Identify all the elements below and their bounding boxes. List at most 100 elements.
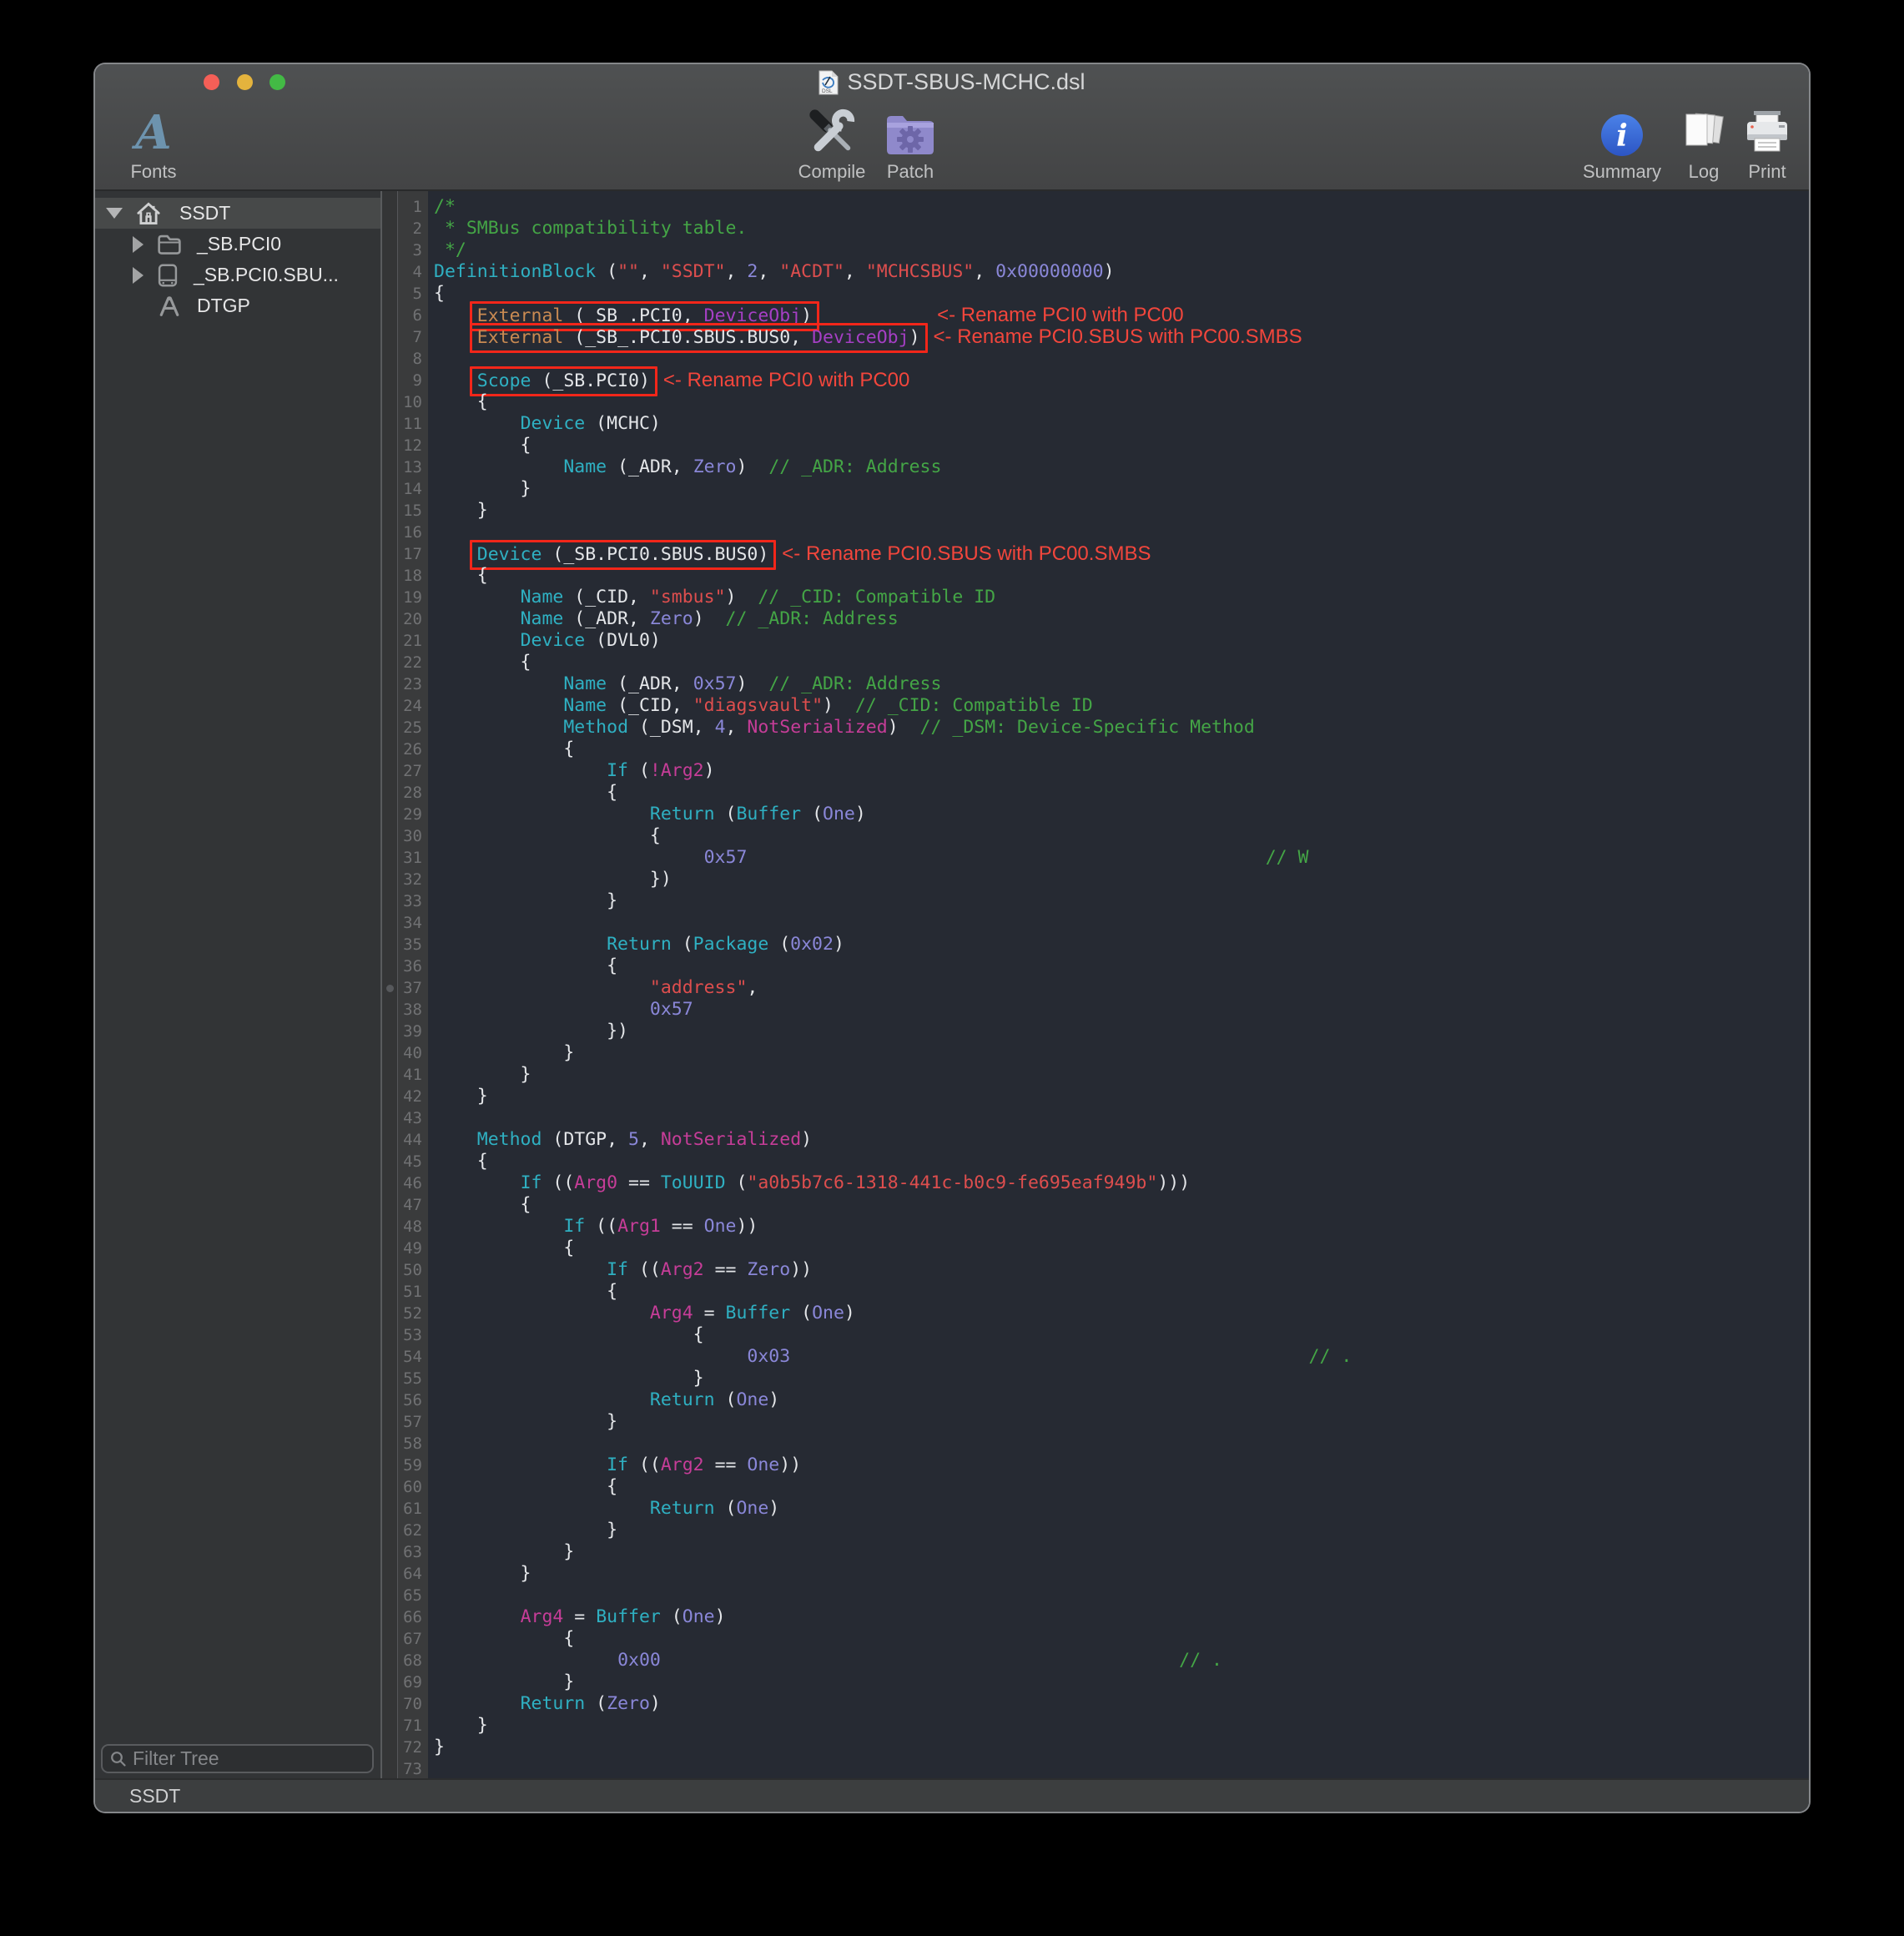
code-token: 2	[747, 261, 758, 282]
code-token: (	[585, 1693, 607, 1714]
patch-button[interactable]: Patch	[873, 103, 948, 183]
code-line: /*	[434, 196, 1809, 218]
code-token: (	[628, 760, 650, 781]
sidebar-item-dtgp[interactable]: DTGP	[95, 290, 380, 321]
code-token: {	[434, 955, 617, 976]
code-token: Zero	[607, 1693, 650, 1714]
code-token: {	[434, 565, 488, 586]
line-number: 48	[398, 1216, 428, 1238]
code-token: ))	[736, 1216, 758, 1237]
code-token: 0x00000000	[995, 261, 1103, 282]
code-line	[434, 1585, 1809, 1606]
line-number: 46	[398, 1172, 428, 1194]
code-token: // .	[1309, 1346, 1352, 1367]
code-line: }	[434, 1368, 1809, 1389]
code-token: ""	[617, 261, 639, 282]
code-token: (DTGP,	[541, 1129, 628, 1150]
line-number: 56	[398, 1389, 428, 1411]
line-number: 12	[398, 435, 428, 456]
code-token: (MCHC)	[585, 413, 661, 434]
code-token: )	[704, 760, 715, 781]
code-line: {	[434, 1628, 1809, 1650]
code-token: Method	[563, 717, 628, 738]
fonts-button[interactable]: A Fonts	[118, 103, 189, 183]
line-number: 57	[398, 1411, 428, 1433]
code-token: )	[736, 456, 768, 477]
code-token: (_ADR,	[607, 673, 693, 694]
code-token: ,	[974, 261, 995, 282]
code-token: ==	[661, 1216, 704, 1237]
line-number: 28	[398, 782, 428, 804]
code-token: 0x57	[704, 847, 748, 868]
code-token: * SMBus compatibility table.	[434, 218, 747, 239]
code-token: "smbus"	[650, 587, 726, 608]
code-token: ((	[628, 1455, 661, 1475]
status-bar: SSDT	[95, 1778, 1809, 1812]
code-line: {	[434, 1238, 1809, 1259]
code-token: ToUUID	[661, 1172, 726, 1193]
compile-button[interactable]: Compile	[794, 103, 869, 183]
code-editor[interactable]: 1234567891011121314151617181920212223242…	[382, 191, 1809, 1778]
filter-input[interactable]	[133, 1747, 365, 1770]
summary-button[interactable]: i Summary	[1570, 103, 1674, 183]
code-token	[434, 760, 607, 781]
line-number: 34	[398, 912, 428, 934]
code-token: )	[844, 1303, 855, 1323]
code-token: }	[434, 1520, 617, 1540]
line-number: 40	[398, 1042, 428, 1064]
code-line: })	[434, 1021, 1809, 1042]
info-icon: i	[1599, 113, 1645, 158]
code-token: Name	[563, 695, 607, 716]
line-number: 69	[398, 1671, 428, 1693]
code-token: Return	[521, 1693, 586, 1714]
code-line: {	[434, 782, 1809, 804]
code-token: "SSDT"	[661, 261, 726, 282]
code-token: Buffer	[736, 804, 801, 824]
code-token	[434, 695, 563, 716]
code-token: Name	[521, 608, 564, 629]
filter-field[interactable]	[101, 1744, 374, 1773]
code-token: Return	[650, 1389, 715, 1410]
chevron-right-icon[interactable]	[133, 236, 144, 253]
code-token: ,	[758, 261, 779, 282]
code-token	[434, 1693, 521, 1714]
line-number: 24	[398, 695, 428, 717]
code-token: One	[736, 1498, 768, 1519]
code-token: Return	[650, 804, 715, 824]
line-number: 63	[398, 1541, 428, 1563]
code-token	[434, 1303, 650, 1323]
line-number: 73	[398, 1758, 428, 1780]
sidebar-item-ssdt[interactable]: SSDT	[95, 198, 380, 229]
code-token: }	[434, 1737, 445, 1757]
sidebar-item-sb-pci0[interactable]: _SB.PCI0	[95, 229, 380, 260]
code-lines[interactable]: /* * SMBus compatibility table. */Defini…	[428, 191, 1809, 1778]
code-token: {	[434, 825, 661, 846]
code-token: 0x00	[617, 1650, 661, 1671]
chevron-right-icon[interactable]	[133, 267, 144, 284]
chevron-down-icon[interactable]	[106, 208, 123, 219]
line-number: 70	[398, 1693, 428, 1715]
code-line: }	[434, 1064, 1809, 1086]
line-number: 43	[398, 1107, 428, 1129]
sidebar-item-sb-pci0-sbus[interactable]: _SB.PCI0.SBU...	[95, 260, 380, 290]
code-token	[434, 977, 650, 998]
line-number: 53	[398, 1324, 428, 1346]
code-token	[434, 1650, 617, 1671]
code-token	[434, 608, 521, 629]
code-line: {	[434, 435, 1809, 456]
code-token: }	[434, 500, 488, 521]
code-line: }	[434, 1541, 1809, 1563]
code-token: // _ADR: Address	[726, 608, 899, 629]
code-token: ,	[747, 977, 758, 998]
line-number: 65	[398, 1585, 428, 1606]
code-token: NotSerialized	[661, 1129, 801, 1150]
code-token: (_ADR,	[607, 456, 693, 477]
code-token: (DVL0)	[585, 630, 661, 651]
code-token: "diagsvault"	[693, 695, 823, 716]
log-button[interactable]: Log	[1677, 103, 1730, 183]
rename-highlight-box: Device (_SB.PCI0.SBUS.BUS0)	[470, 540, 777, 570]
code-token: */	[434, 239, 466, 260]
print-button[interactable]: Print	[1734, 103, 1801, 183]
code-line: Return (Package (0x02)	[434, 934, 1809, 955]
code-line: Return (One)	[434, 1498, 1809, 1520]
